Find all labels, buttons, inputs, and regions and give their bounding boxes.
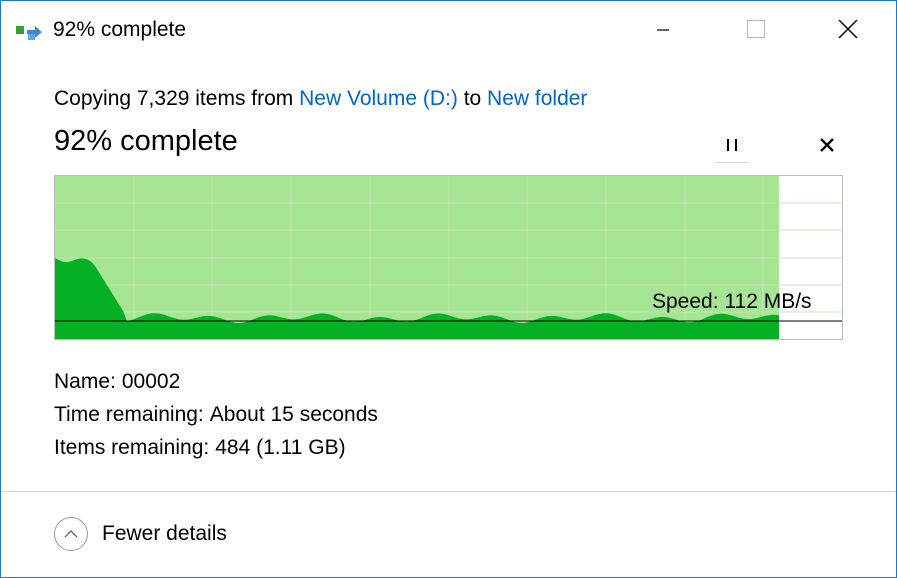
transfer-speed-graph <box>54 175 843 340</box>
copy-dialog-window: 92% complete Copying 7,329 items from Ne… <box>0 0 897 578</box>
detail-time-row: Time remaining: About 15 seconds <box>54 398 378 431</box>
fewer-details-button[interactable]: Fewer details <box>54 517 227 551</box>
cancel-icon <box>820 138 834 152</box>
pause-icon <box>727 139 737 151</box>
title-bar[interactable]: 92% complete <box>1 1 896 57</box>
speed-label: Speed: 112 MB/s <box>652 290 812 313</box>
close-icon <box>838 19 858 39</box>
items-remaining-label: Items remaining: <box>54 436 210 459</box>
name-label: Name: <box>54 370 116 393</box>
time-remaining-label: Time remaining: <box>54 403 204 426</box>
destination-link[interactable]: New folder <box>487 87 587 110</box>
detail-name-row: Name: 00002 <box>54 365 378 398</box>
window-title: 92% complete <box>53 18 187 41</box>
name-value: 00002 <box>121 370 181 393</box>
detail-items-row: Items remaining: 484 (1.11 GB) <box>54 431 378 464</box>
details-panel: Name: 00002 Time remaining: About 15 secon… <box>54 365 378 464</box>
fewer-details-label: Fewer details <box>102 522 227 545</box>
progress-status: 92% complete <box>54 125 238 157</box>
chevron-up-icon <box>64 530 78 538</box>
pause-button[interactable] <box>715 128 749 163</box>
chevron-up-circle <box>54 517 88 551</box>
time-remaining-value: About 15 seconds <box>209 403 378 426</box>
source-link[interactable]: New Volume (D:) <box>299 87 458 110</box>
copy-summary-to: to <box>463 87 482 110</box>
minimize-icon <box>657 29 669 31</box>
copy-summary: Copying 7,329 items from New Volume (D:)… <box>54 85 587 113</box>
copy-summary-prefix: Copying 7,329 items from <box>54 87 294 110</box>
maximize-button[interactable] <box>710 1 802 57</box>
file-copy-icon <box>16 26 42 40</box>
cancel-button[interactable] <box>810 128 844 162</box>
close-button[interactable] <box>802 1 894 57</box>
items-remaining-value: 484 (1.11 GB) <box>215 436 346 459</box>
minimize-button[interactable] <box>617 1 709 57</box>
maximize-icon <box>746 19 766 39</box>
footer-divider <box>1 491 896 492</box>
